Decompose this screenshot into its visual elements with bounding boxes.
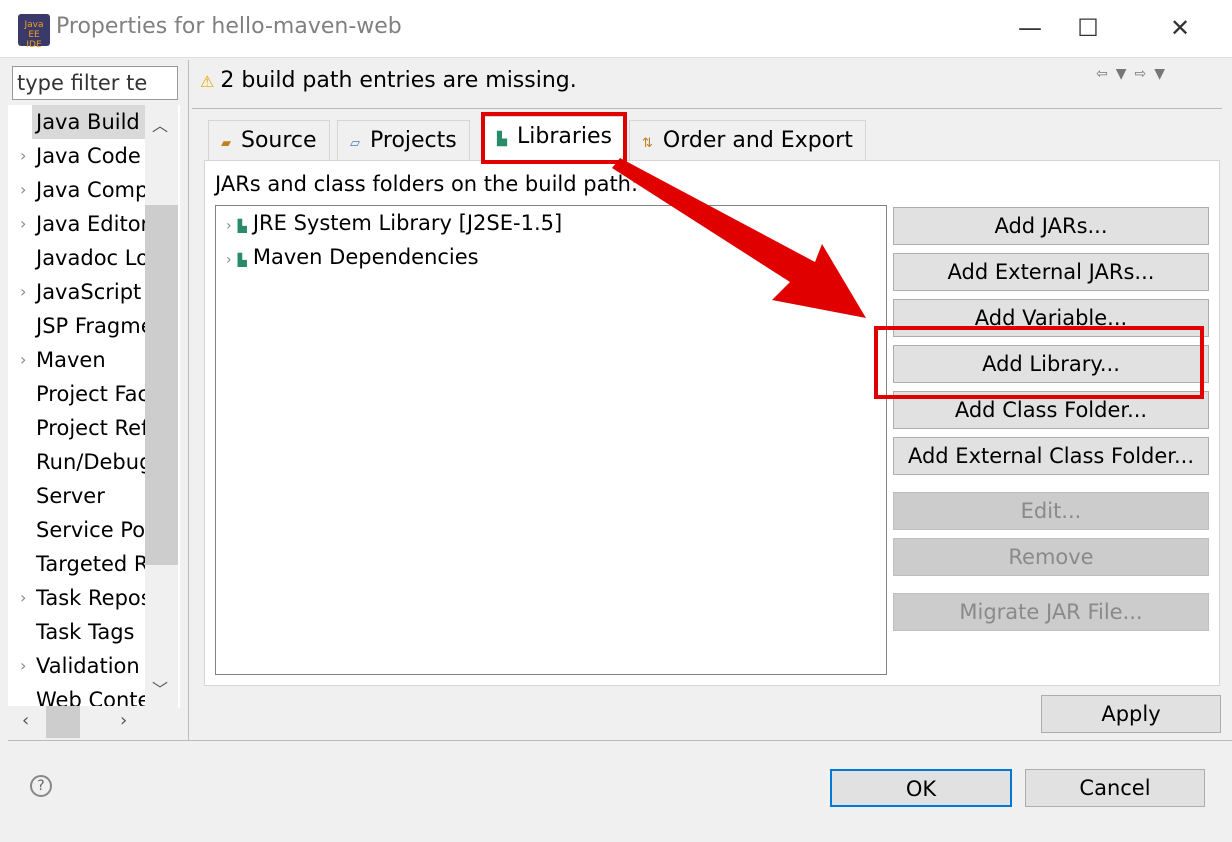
arrow-shape <box>612 158 866 318</box>
annotation-arrow <box>612 158 866 318</box>
